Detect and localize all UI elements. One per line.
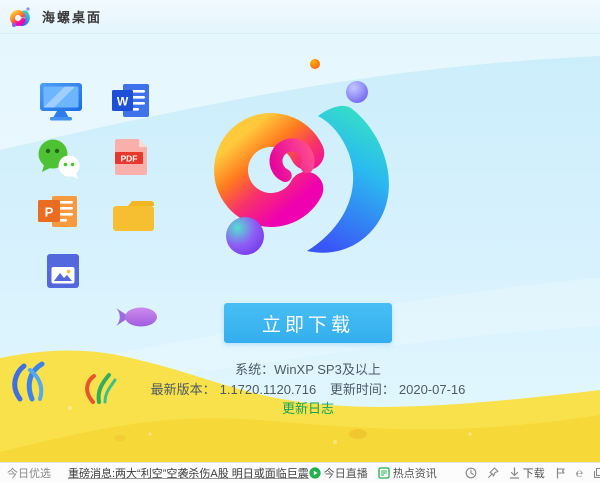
update-time-value: 2020-07-16 xyxy=(399,382,466,397)
wechat-icon[interactable] xyxy=(36,139,84,179)
system-label: 系统： xyxy=(235,362,274,377)
statusbar: 今日优选 重磅消息:两大“利空”空袭杀伤A股 明日或面临巨震 今日直播 热点资讯 xyxy=(0,462,600,483)
live-button[interactable]: 今日直播 xyxy=(309,465,368,481)
powerpoint-document-icon[interactable]: P xyxy=(38,196,78,230)
monitor-glyph xyxy=(39,83,83,121)
computer-icon[interactable] xyxy=(39,83,83,121)
pdf-label: PDF xyxy=(121,153,138,163)
browser-icon[interactable]: ℮ xyxy=(576,467,583,479)
update-time-label: 更新时间： xyxy=(330,382,395,397)
image-glyph xyxy=(47,254,79,288)
version-value: 1.1720.1120.716 xyxy=(220,382,317,397)
powerpoint-letter: P xyxy=(45,205,54,220)
word-letter: W xyxy=(117,95,129,109)
version-info: 最新版本： 1.1720.1120.716 更新时间： 2020-07-16 xyxy=(108,379,508,398)
titlebar: 海螺桌面 xyxy=(0,0,600,34)
app-window: 海螺桌面 W xyxy=(0,0,600,483)
wechat-glyph xyxy=(36,139,84,179)
image-file-icon[interactable] xyxy=(47,254,79,288)
orange-dot xyxy=(310,59,320,69)
powerpoint-glyph: P xyxy=(38,196,78,230)
app-title: 海螺桌面 xyxy=(42,7,102,26)
clock-icon[interactable] xyxy=(465,467,477,479)
purple-ball-bottom xyxy=(226,217,264,255)
hot-news-button[interactable]: 热点资讯 xyxy=(378,465,437,481)
hot-news-label: 热点资讯 xyxy=(393,465,437,481)
word-document-icon[interactable]: W xyxy=(112,84,150,120)
live-label: 今日直播 xyxy=(324,465,368,481)
app-logo-icon xyxy=(9,5,33,29)
pdf-document-icon[interactable]: PDF xyxy=(115,139,149,175)
system-requirements: 系统：WinXP SP3及以上 xyxy=(108,359,508,378)
pin-icon[interactable] xyxy=(487,467,499,479)
download-arrow-icon xyxy=(509,467,520,479)
changelog-link[interactable]: 更新日志 xyxy=(108,398,508,417)
pdf-glyph: PDF xyxy=(115,139,149,175)
system-value: WinXP SP3及以上 xyxy=(274,362,381,377)
purple-ball-top xyxy=(346,81,368,103)
windows-icon[interactable] xyxy=(593,467,600,479)
folder-icon[interactable] xyxy=(112,200,156,232)
news-ticker-headline[interactable]: 重磅消息:两大“利空”空袭杀伤A股 明日或面临巨震 xyxy=(68,465,309,481)
folder-glyph xyxy=(112,200,156,232)
fish-icon xyxy=(114,303,158,336)
word-glyph: W xyxy=(112,84,150,120)
download-button[interactable]: 立即下载 xyxy=(224,303,392,343)
main-area: W PDF xyxy=(0,34,600,462)
conch-glyph xyxy=(205,50,405,265)
today-picks-label[interactable]: 今日优选 xyxy=(7,465,51,481)
news-icon xyxy=(378,467,390,479)
download-tool-label: 下载 xyxy=(523,465,545,481)
conch-logo xyxy=(205,50,405,270)
live-play-icon xyxy=(309,467,321,479)
flag-icon[interactable] xyxy=(555,467,566,479)
download-tool-button[interactable]: 下载 xyxy=(509,465,545,481)
version-label: 最新版本： xyxy=(151,382,216,397)
